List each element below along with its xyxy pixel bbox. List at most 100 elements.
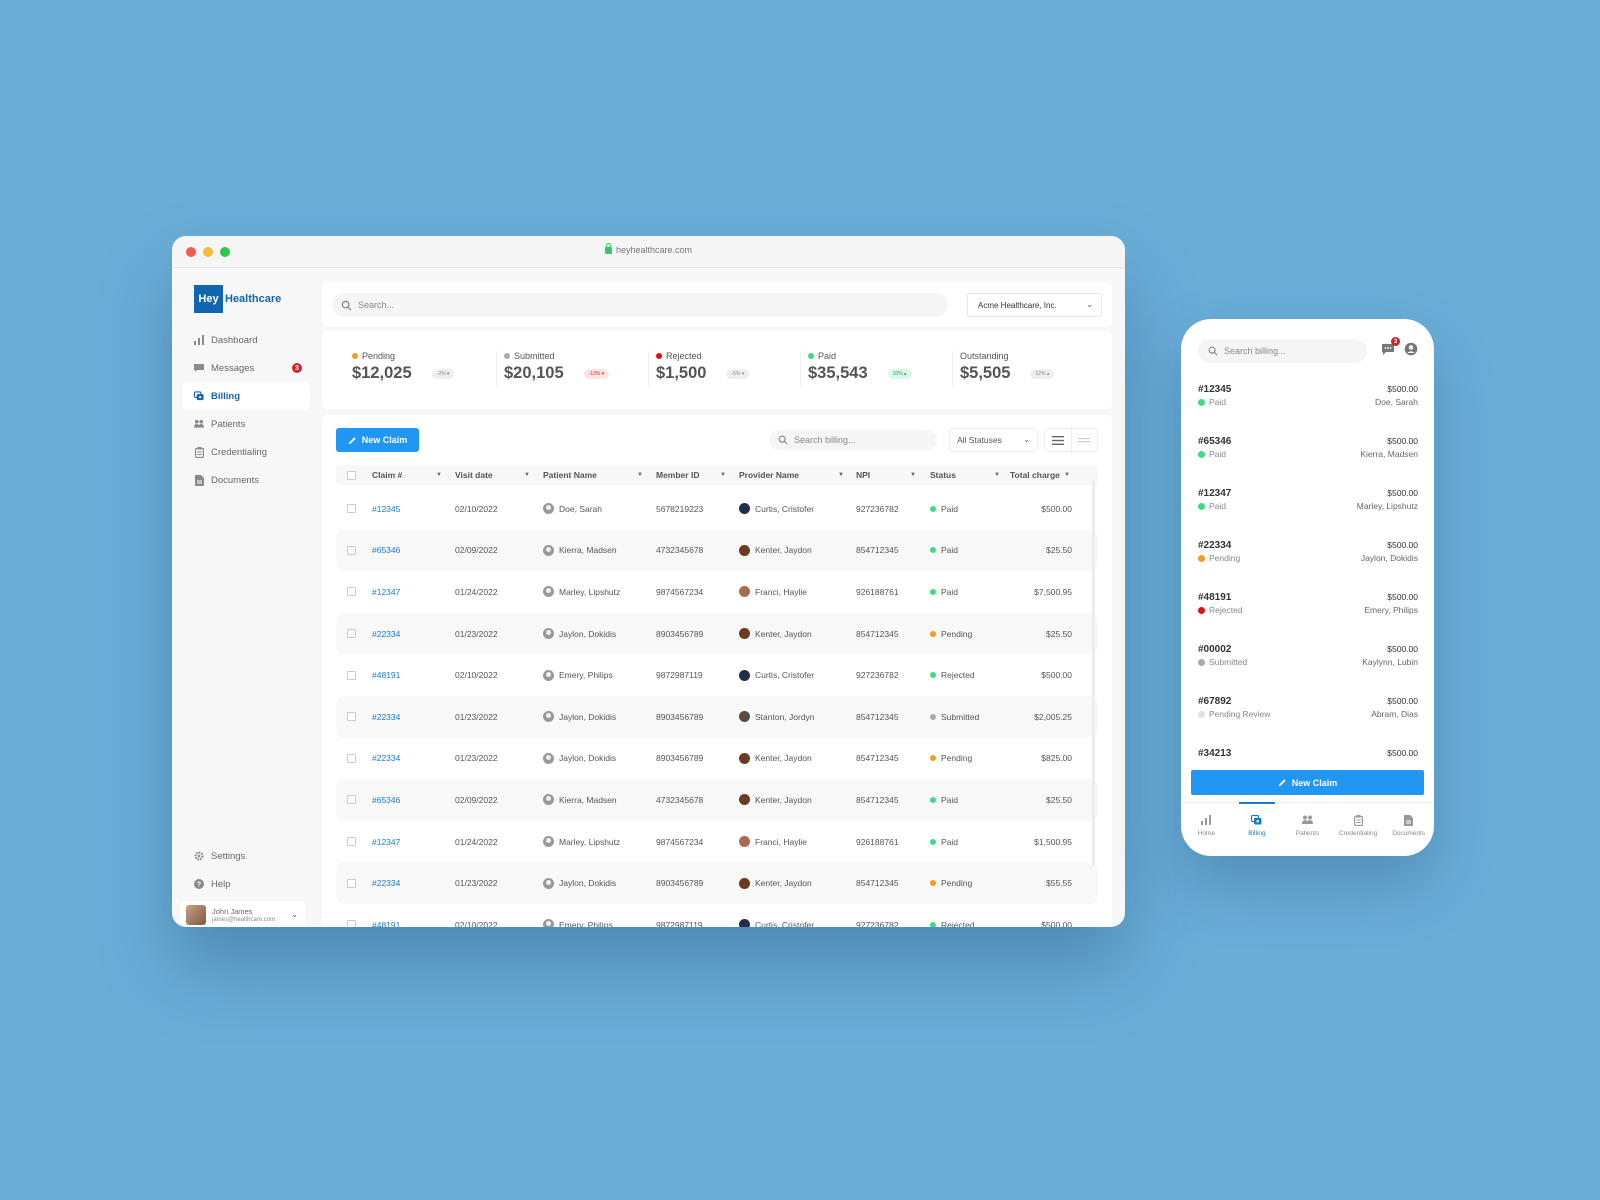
- column-header-patient-name[interactable]: Patient Name ▼: [543, 465, 643, 485]
- row-checkbox[interactable]: [347, 545, 356, 555]
- claim-link[interactable]: #22334: [372, 712, 400, 722]
- claim-link[interactable]: #48191: [372, 670, 400, 680]
- sort-caret-icon[interactable]: ▼: [637, 472, 643, 478]
- sidebar-item-messages[interactable]: Messages 3: [182, 354, 310, 382]
- claim-link[interactable]: #48191: [372, 920, 400, 927]
- row-checkbox[interactable]: [347, 878, 356, 888]
- table-row[interactable]: #12347 01/24/2022 Marley, Lipshutz 98745672…: [336, 571, 1098, 613]
- mobile-search-input[interactable]: Search billing...: [1198, 339, 1367, 363]
- billing-search-input[interactable]: Search billing...: [769, 430, 937, 450]
- sidebar-item-dashboard[interactable]: Dashboard: [182, 326, 310, 354]
- column-header-npi[interactable]: NPI ▼: [856, 465, 916, 485]
- chevron-down-icon: ⌄: [1023, 435, 1030, 444]
- claim-link[interactable]: #22334: [372, 878, 400, 888]
- mobile-claim-id: #34213: [1198, 748, 1232, 759]
- row-checkbox[interactable]: [347, 629, 356, 639]
- stat-label-row: Paid: [808, 351, 960, 361]
- status-dot-icon: [1198, 502, 1205, 510]
- sidebar-item-documents[interactable]: Documents: [182, 466, 310, 494]
- npi-cell: 927236782: [856, 919, 899, 927]
- visit-date-cell: 02/10/2022: [455, 919, 498, 927]
- row-checkbox[interactable]: [347, 837, 356, 847]
- sort-caret-icon[interactable]: ▼: [436, 472, 442, 478]
- mobile-claim-item[interactable]: #00002 Submitted $500.00 Kaylynn, Lubin: [1198, 644, 1418, 696]
- table-row[interactable]: #65346 02/09/2022 Kierra, Madsen 4732345678…: [336, 529, 1098, 572]
- logo[interactable]: Hey Healthcare: [194, 285, 281, 313]
- mobile-claim-patient: Kaylynn, Lubin: [1362, 657, 1418, 667]
- patient-cell: Kierra, Madsen: [543, 530, 617, 572]
- sidebar-item-billing[interactable]: Billing: [182, 382, 310, 410]
- stat-paid: Paid $35,543 10% ▴: [800, 331, 960, 409]
- claim-link[interactable]: #65346: [372, 795, 400, 805]
- stat-pending: Pending $12,025 -2% ▾: [352, 331, 504, 409]
- mobile-claim-item[interactable]: #12347 Paid $500.00 Marley, Lipshutz: [1198, 488, 1418, 540]
- global-search-input[interactable]: Search...: [332, 293, 948, 317]
- mobile-tab-credentialing[interactable]: Credentialing: [1333, 803, 1384, 856]
- table-row[interactable]: #12345 02/10/2022 Doe, Sarah 5678219223 Curt…: [336, 488, 1098, 530]
- column-header-visit-date[interactable]: Visit date ▼: [455, 465, 530, 485]
- claim-link[interactable]: #12347: [372, 837, 400, 847]
- sidebar-item-label: Dashboard: [211, 334, 258, 346]
- sort-caret-icon[interactable]: ▼: [910, 472, 916, 478]
- table-row[interactable]: #22334 01/23/2022 Jaylon, Dokidis 890345678…: [336, 862, 1098, 904]
- mobile-tab-billing[interactable]: Billing: [1232, 802, 1283, 856]
- row-checkbox[interactable]: [347, 753, 356, 763]
- sidebar-item-patients[interactable]: Patients: [182, 410, 310, 438]
- address-bar[interactable]: heyhealthcare.com: [172, 243, 1125, 255]
- messages-button[interactable]: 3: [1381, 337, 1400, 356]
- mobile-claim-item[interactable]: #12345 Paid $500.00 Doe, Sarah: [1198, 384, 1418, 436]
- status-filter-select[interactable]: All Statuses ⌄: [949, 428, 1038, 452]
- new-claim-button[interactable]: New Claim: [336, 428, 419, 452]
- table-scrollbar[interactable]: [1092, 481, 1095, 866]
- mobile-tab-home[interactable]: Home: [1181, 803, 1232, 856]
- claim-link[interactable]: #65346: [372, 545, 400, 555]
- profile-button[interactable]: [1404, 342, 1418, 356]
- row-checkbox[interactable]: [347, 920, 356, 927]
- organization-select[interactable]: Acme Healthcare, Inc. ⌄: [967, 293, 1102, 317]
- column-header-status[interactable]: Status ▼: [930, 465, 1000, 485]
- title-bar: heyhealthcare.com: [172, 236, 1125, 268]
- sort-caret-icon[interactable]: ▼: [838, 472, 844, 478]
- sidebar-item-settings[interactable]: Settings: [182, 842, 310, 870]
- row-checkbox[interactable]: [347, 712, 356, 722]
- claim-link[interactable]: #12347: [372, 587, 400, 597]
- visit-date-cell: 01/23/2022: [455, 711, 498, 722]
- table-row[interactable]: #22334 01/23/2022 Jaylon, Dokidis 890345678…: [336, 695, 1098, 738]
- select-all-checkbox[interactable]: [347, 470, 356, 480]
- column-header-total-charge[interactable]: Total charge ▼: [1010, 465, 1070, 485]
- sort-caret-icon[interactable]: ▼: [1064, 472, 1070, 478]
- row-checkbox[interactable]: [347, 795, 356, 805]
- table-row[interactable]: #48191 02/10/2022 Emery, Philips 9872987119…: [336, 654, 1098, 696]
- row-checkbox[interactable]: [347, 504, 356, 514]
- compact-view-button[interactable]: [1070, 429, 1098, 451]
- mobile-claim-item[interactable]: #48191 Rejected $500.00 Emery, Philips: [1198, 592, 1418, 644]
- sort-caret-icon[interactable]: ▼: [994, 472, 1000, 478]
- claim-link[interactable]: #22334: [372, 629, 400, 639]
- row-checkbox[interactable]: [347, 670, 356, 680]
- stat-value: $35,543: [808, 364, 868, 382]
- claim-link[interactable]: #22334: [372, 753, 400, 763]
- mobile-tab-documents[interactable]: Documents: [1383, 803, 1434, 856]
- mobile-tab-patients[interactable]: Patients: [1282, 803, 1333, 856]
- claim-link[interactable]: #12345: [372, 504, 400, 514]
- mobile-claim-item[interactable]: #22334 Pending $500.00 Jaylon, Dokidis: [1198, 540, 1418, 592]
- npi-cell: 854712345: [856, 753, 899, 764]
- sidebar-item-credentialing[interactable]: Credentialing: [182, 438, 310, 466]
- user-menu[interactable]: John James james@healthcare.com ⌄: [180, 901, 306, 927]
- column-header-claim[interactable]: Claim # ▼: [372, 465, 442, 485]
- column-header-provider-name[interactable]: Provider Name ▼: [739, 465, 844, 485]
- list-view-button[interactable]: [1045, 429, 1071, 451]
- table-row[interactable]: #48191 02/10/2022 Emery, Philips 9872987119…: [336, 904, 1098, 927]
- table-row[interactable]: #22334 01/23/2022 Jaylon, Dokidis 890345678…: [336, 738, 1098, 780]
- table-row[interactable]: #65346 02/09/2022 Kierra, Madsen 4732345678…: [336, 779, 1098, 821]
- sidebar-item-help[interactable]: ? Help: [182, 870, 310, 898]
- mobile-claim-item[interactable]: #67892 Pending Review $500.00 Abram, Dias: [1198, 696, 1418, 748]
- table-row[interactable]: #22334 01/23/2022 Jaylon, Dokidis 890345678…: [336, 612, 1098, 655]
- mobile-claim-item[interactable]: #65346 Paid $500.00 Kierra, Madsen: [1198, 436, 1418, 488]
- sort-caret-icon[interactable]: ▼: [524, 472, 530, 478]
- sort-caret-icon[interactable]: ▼: [720, 472, 726, 478]
- mobile-new-claim-button[interactable]: New Claim: [1191, 770, 1424, 795]
- row-checkbox[interactable]: [347, 587, 356, 597]
- table-row[interactable]: #12347 01/24/2022 Marley, Lipshutz 98745672…: [336, 821, 1098, 863]
- column-header-member-id[interactable]: Member ID ▼: [656, 465, 726, 485]
